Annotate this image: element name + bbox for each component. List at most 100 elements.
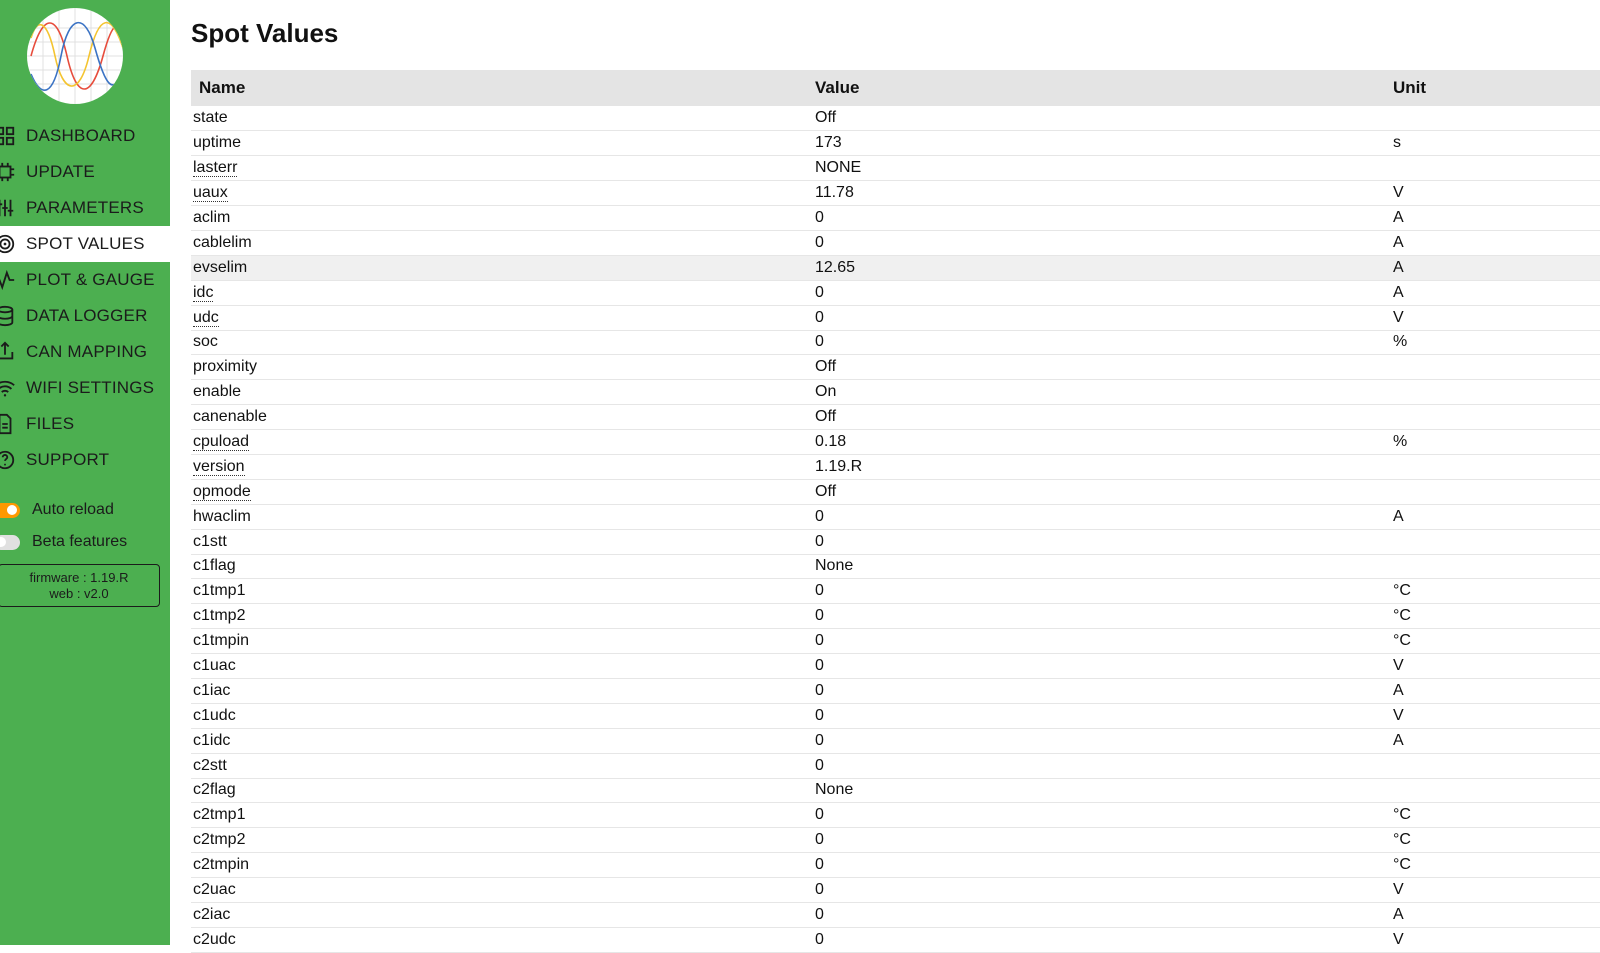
table-row: c1tmp1 0 °C [191, 579, 1600, 604]
row-name-text: aclim [193, 209, 231, 226]
table-row: enable On [191, 380, 1600, 405]
table-row: evselim 12.65 A [191, 255, 1600, 281]
row-name: uptime [191, 131, 807, 156]
row-unit: s [1393, 134, 1401, 152]
row-name-text: evselim [193, 258, 248, 276]
table-row: hwaclim 0 A [191, 504, 1600, 530]
table-row: c1tmpin 0 °C [191, 629, 1600, 654]
nav-item-support[interactable]: SUPPORT [0, 442, 170, 478]
row-name-text: canenable [193, 408, 267, 426]
row-name-text: c1tmp1 [193, 582, 246, 600]
row-value: 0 [815, 233, 824, 251]
row-value: Off [815, 482, 837, 500]
row-unit: °C [1393, 582, 1411, 600]
table-row: opmode Off [191, 479, 1600, 505]
row-value: 0 [815, 582, 824, 600]
table-row: c1iac 0 A [191, 678, 1600, 704]
row-name-text[interactable]: opmode [193, 482, 251, 501]
row-value: 1.19.R [815, 457, 863, 475]
row-unit [1393, 106, 1600, 131]
table-row: c1tmp2 0 °C [191, 604, 1600, 629]
row-unit [1393, 380, 1600, 405]
nav-item-can-mapping[interactable]: CAN MAPPING [0, 334, 170, 370]
row-value: 0 [815, 308, 824, 326]
table-row: c1idc 0 A [191, 728, 1600, 754]
auto-reload-toggle[interactable] [0, 502, 20, 518]
row-value: 0 [815, 706, 824, 724]
row-name-text[interactable]: udc [193, 308, 219, 327]
beta-features-row[interactable]: Beta features [0, 530, 127, 554]
nav-item-files[interactable]: FILES [0, 406, 170, 442]
nav-item-wifi-settings[interactable]: WIFI SETTINGS [0, 370, 170, 406]
row-value: 0 [815, 607, 824, 625]
row-name: c1tmpin [191, 629, 807, 654]
table-row: lasterr NONE [191, 156, 1600, 181]
header-name[interactable]: Name [191, 70, 807, 106]
table-row: c2iac 0 A [191, 903, 1600, 928]
row-name: enable [191, 380, 807, 405]
row-name: soc [191, 330, 807, 355]
row-unit: A [1393, 283, 1404, 301]
row-unit [1393, 405, 1600, 430]
nav-item-dashboard[interactable]: DASHBOARD [0, 118, 170, 154]
row-name-text[interactable]: idc [193, 283, 214, 302]
row-name-text: uptime [193, 134, 242, 152]
nav-item-label: DASHBOARD [26, 126, 136, 145]
nav-item-plot-gauge[interactable]: PLOT & GAUGE [0, 262, 170, 298]
nav-item-label: WIFI SETTINGS [26, 378, 155, 397]
row-name-text[interactable]: version [193, 457, 245, 476]
row-value: 0 [815, 831, 824, 849]
row-name-text[interactable]: cpuload [193, 433, 250, 452]
row-value: 0 [815, 632, 824, 650]
auto-reload-label: Auto reload [32, 501, 114, 518]
row-name: c2uac [191, 878, 807, 903]
row-unit: °C [1393, 607, 1411, 625]
row-name: aclim [191, 206, 807, 231]
nav-item-label: PLOT & GAUGE [26, 270, 155, 289]
row-value: 0 [815, 856, 824, 874]
sliders-icon [0, 195, 26, 221]
nav-item-spot-values[interactable]: SPOT VALUES [0, 226, 170, 262]
row-name-text: c2udc [193, 930, 236, 948]
row-name: lasterr [191, 156, 807, 181]
nav-item-label: PARAMETERS [26, 198, 144, 217]
row-name-text: c2iac [193, 905, 231, 923]
row-unit: A [1393, 258, 1404, 276]
version-info: firmware : 1.19.R web : v2.0 [0, 564, 160, 607]
wifi-icon [0, 375, 26, 401]
row-name-text: c1udc [193, 706, 236, 724]
row-name-text: c1tmp2 [193, 607, 246, 625]
row-name: canenable [191, 405, 807, 430]
nav-item-data-logger[interactable]: DATA LOGGER [0, 298, 170, 334]
row-name: c1idc [191, 728, 807, 753]
beta-features-toggle[interactable] [0, 534, 20, 550]
logo [27, 8, 123, 104]
header-unit[interactable]: Unit [1393, 70, 1600, 106]
nav-item-parameters[interactable]: PARAMETERS [0, 190, 170, 226]
row-name-text[interactable]: uaux [193, 184, 228, 203]
row-unit [1393, 554, 1600, 579]
auto-reload-row[interactable]: Auto reload [0, 498, 114, 522]
row-unit [1393, 156, 1600, 181]
table-row: idc 0 A [191, 280, 1600, 306]
beta-features-label: Beta features [32, 533, 128, 550]
table-row: proximity Off [191, 355, 1600, 380]
header-value[interactable]: Value [807, 70, 1393, 106]
row-unit [1393, 355, 1600, 380]
table-row: version 1.19.R [191, 454, 1600, 480]
sidebar: DASHBOARD UPDATE PARAMETERS SPOT VALUES PLOT… [0, 0, 170, 945]
page-title: Spot Values [191, 18, 339, 48]
row-unit: A [1393, 731, 1404, 749]
row-name: c2tmpin [191, 853, 807, 878]
row-unit: A [1393, 905, 1404, 923]
table-row: c2tmp2 0 °C [191, 828, 1600, 853]
nav-item-label: DATA LOGGER [26, 306, 148, 325]
row-name-text[interactable]: lasterr [193, 159, 238, 178]
table-row: c2stt 0 [191, 753, 1600, 779]
row-name: c1tmp2 [191, 604, 807, 629]
row-unit: V [1393, 706, 1404, 724]
nav-item-label: FILES [26, 414, 75, 433]
row-value: 0 [815, 532, 824, 550]
row-value: 11.78 [815, 184, 854, 202]
nav-item-update[interactable]: UPDATE [0, 154, 170, 190]
